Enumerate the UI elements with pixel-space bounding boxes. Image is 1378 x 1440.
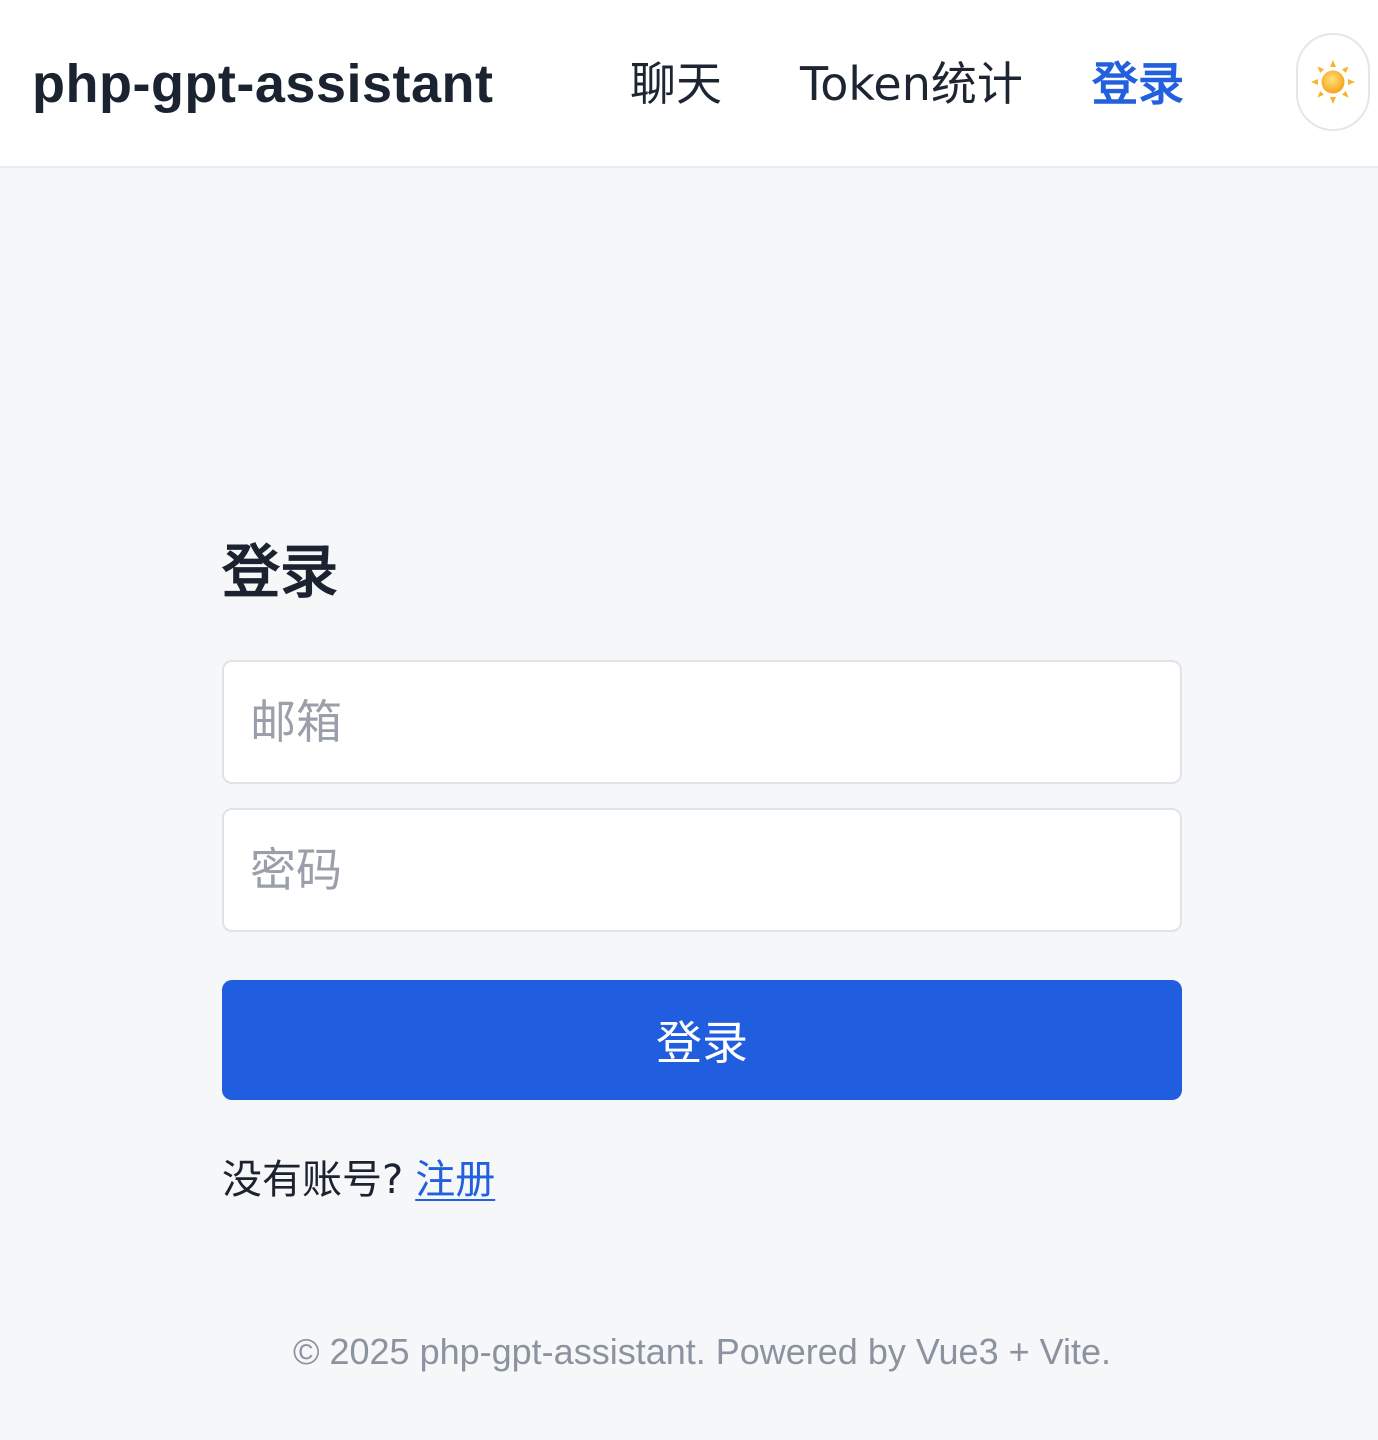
app-brand[interactable]: php-gpt-assistant <box>32 52 494 116</box>
register-prompt-line: 没有账号? 注册 <box>222 1150 495 1210</box>
email-field[interactable] <box>222 660 1182 784</box>
page-footer: © 2025 php-gpt-assistant. Powered by Vue… <box>292 1331 1112 1372</box>
login-title: 登录 <box>222 538 339 606</box>
nav-item-login[interactable]: 登录 <box>1092 52 1184 116</box>
register-link[interactable]: 注册 <box>415 1157 495 1203</box>
nav-item-token-stats[interactable]: Token统计 <box>800 52 1023 116</box>
register-prompt-text: 没有账号? <box>222 1157 404 1203</box>
login-submit-button[interactable]: 登录 <box>222 980 1182 1100</box>
top-navigation-bar: php-gpt-assistant 聊天 Token统计 登录 <box>0 0 1378 168</box>
sun-icon <box>1311 60 1355 104</box>
nav-item-chat[interactable]: 聊天 <box>630 52 722 116</box>
password-field[interactable] <box>222 808 1182 932</box>
theme-toggle-button[interactable] <box>1296 33 1370 131</box>
